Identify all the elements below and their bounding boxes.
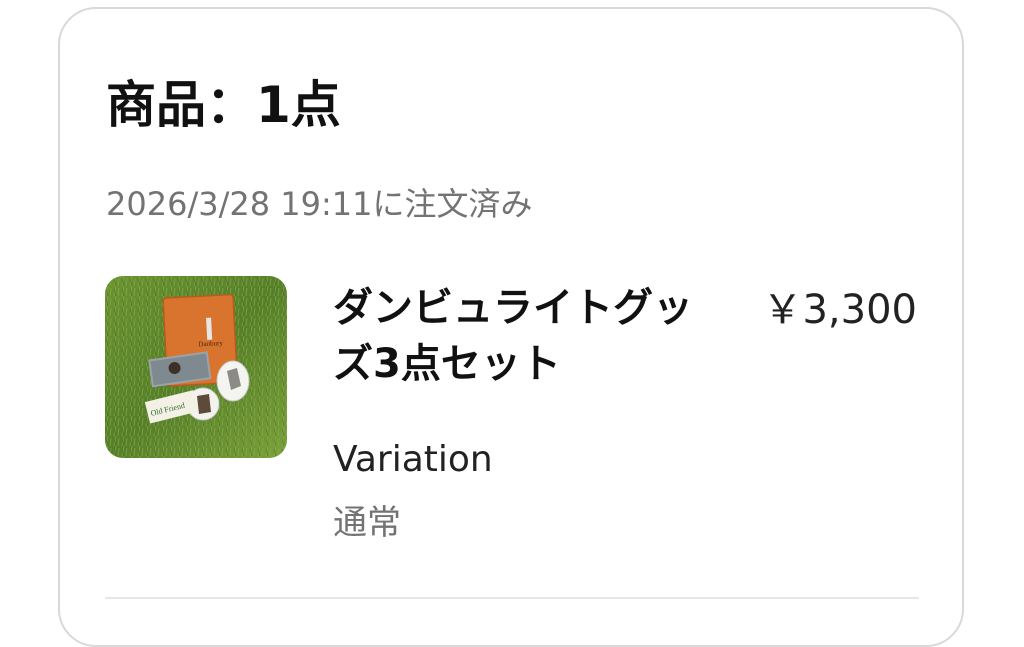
product-name-link[interactable]: ダンビュライトグッズ3点セット xyxy=(333,280,693,392)
variation-label: Variation xyxy=(333,439,493,480)
items-count-heading: 商品：1点 xyxy=(106,76,341,134)
product-price: ￥3,300 xyxy=(762,287,917,333)
order-timestamp: 2026/3/28 19:11に注文済み xyxy=(106,185,533,223)
section-divider xyxy=(105,597,919,599)
variation-value: 通常 xyxy=(333,503,401,543)
product-photo: Danbury Old Friend xyxy=(105,276,287,458)
pouch-logo-text: Danbury xyxy=(198,339,223,348)
product-thumbnail[interactable]: Danbury Old Friend xyxy=(105,276,287,458)
